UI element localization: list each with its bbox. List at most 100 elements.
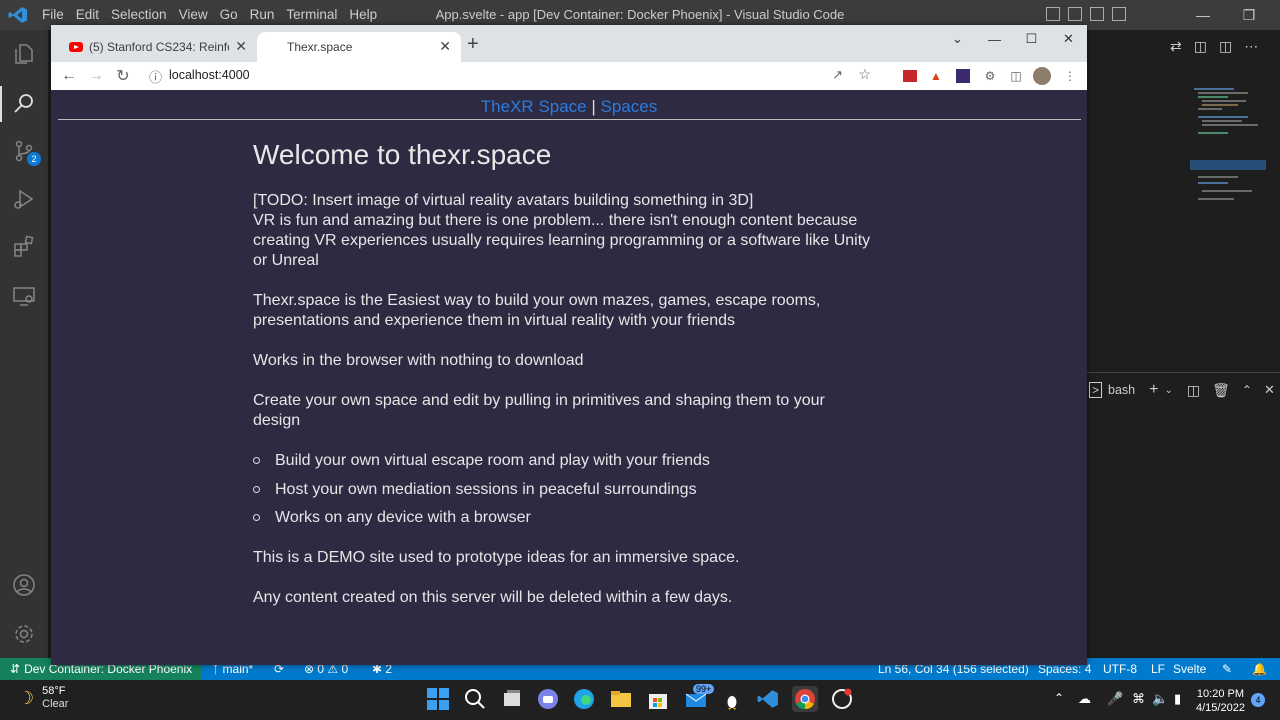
split-terminal-icon[interactable]: ◫ xyxy=(1187,382,1200,399)
run-debug-icon[interactable] xyxy=(10,185,38,213)
toggle-panel-icon[interactable] xyxy=(1068,7,1082,21)
page-content: Welcome to thexr.space [TODO: Insert ima… xyxy=(253,135,873,628)
chevron-down-icon[interactable]: ⌄ xyxy=(1164,385,1172,396)
site-nav: TheXR Space | Spaces xyxy=(51,97,1087,117)
tab-stanford[interactable]: (5) Stanford CS234: Reinforcement ✕ xyxy=(59,32,257,62)
vscode-taskbar-icon[interactable] xyxy=(755,686,781,712)
customize-layout-icon[interactable] xyxy=(1112,7,1126,21)
tab-thexr[interactable]: Thexr.space ✕ xyxy=(257,32,461,62)
minimap[interactable] xyxy=(1190,86,1266,216)
bell-icon[interactable]: 🔔 xyxy=(1252,658,1267,680)
chrome-minimize-icon[interactable]: — xyxy=(976,25,1013,53)
obs-record-icon[interactable] xyxy=(829,686,855,712)
chrome-maximize-icon[interactable]: ☐ xyxy=(1013,25,1050,53)
list-item: Host your own mediation sessions in peac… xyxy=(253,480,873,500)
editor-toolbar: ⇄ ◫ ◫ ⋯ xyxy=(1170,38,1258,55)
chrome-taskbar-icon[interactable] xyxy=(792,686,818,712)
web-page: TheXR Space | Spaces Welcome to thexr.sp… xyxy=(51,90,1087,665)
wifi-icon[interactable]: ⌘ xyxy=(1132,691,1145,707)
extensions-icon[interactable] xyxy=(10,232,38,260)
bookmark-star-icon[interactable]: ☆ xyxy=(858,66,871,83)
extension-lock-icon[interactable]: ▲ xyxy=(927,67,945,85)
side-panel-icon[interactable]: ◫ xyxy=(1007,67,1025,85)
linux-penguin-icon[interactable] xyxy=(719,686,745,712)
nav-separator: | xyxy=(591,97,596,116)
terminal-body[interactable] xyxy=(1087,406,1280,658)
time: 10:20 PM xyxy=(1196,688,1244,700)
more-actions-icon[interactable]: ⋯ xyxy=(1244,38,1258,55)
new-terminal-icon[interactable]: + xyxy=(1149,381,1158,399)
close-icon[interactable]: ✕ xyxy=(1272,0,1280,30)
close-panel-icon[interactable]: ✕ xyxy=(1264,382,1275,398)
close-tab-icon[interactable]: ✕ xyxy=(439,38,451,55)
compare-icon[interactable]: ⇄ xyxy=(1170,38,1182,55)
info-icon[interactable]: ⓘ xyxy=(149,67,162,86)
mail-icon[interactable]: 99+ xyxy=(683,684,715,712)
account-icon[interactable] xyxy=(10,571,38,599)
restore-icon[interactable]: ❐ xyxy=(1226,0,1272,30)
forward-icon[interactable]: → xyxy=(86,66,106,86)
trash-icon[interactable]: 🗑 xyxy=(1212,382,1230,399)
battery-icon[interactable]: ▮ xyxy=(1174,691,1181,707)
edge-browser-icon[interactable] xyxy=(571,686,597,712)
deletion-notice: Any content created on this server will … xyxy=(253,589,733,606)
chrome-window-controls: ⌄ — ☐ ✕ xyxy=(939,25,1087,53)
chrome-close-icon[interactable]: ✕ xyxy=(1050,25,1087,53)
tab-strip: (5) Stanford CS234: Reinforcement ✕ Thex… xyxy=(51,25,1087,62)
microphone-icon[interactable]: 🎤 xyxy=(1107,691,1123,707)
terminal-icon: > xyxy=(1089,382,1103,398)
language-mode[interactable]: Svelte xyxy=(1173,658,1206,680)
terminal-shell-label[interactable]: bash xyxy=(1108,383,1135,397)
remote-icon: ⇵ xyxy=(10,662,21,676)
extension-xr-icon[interactable] xyxy=(954,67,972,85)
feedback-icon[interactable]: ✎ xyxy=(1222,658,1232,680)
close-tab-icon[interactable]: ✕ xyxy=(235,38,247,55)
extensions-puzzle-icon[interactable]: ⚙ xyxy=(981,67,999,85)
scm-badge: 2 xyxy=(27,152,41,166)
feature-list: Build your own virtual escape room and p… xyxy=(253,451,873,528)
chrome-menu-icon[interactable]: ⋮ xyxy=(1061,67,1079,85)
chrome-toolbar: ← → ↻ ⓘ localhost:4000 ↗ ☆ ▲ ⚙ ◫ ⋮ xyxy=(51,62,1087,91)
vscode-logo-icon xyxy=(8,6,28,24)
end-of-line[interactable]: LF xyxy=(1151,658,1165,680)
search-taskbar-icon[interactable] xyxy=(462,686,488,712)
chevron-up-icon[interactable]: ⌃ xyxy=(1054,691,1064,705)
encoding[interactable]: UTF-8 xyxy=(1103,658,1137,680)
cloud-icon[interactable]: ☁ xyxy=(1078,691,1091,707)
create-space-paragraph: Create your own space and edit by pullin… xyxy=(253,392,825,429)
weather-widget[interactable]: ☽ 58°F Clear xyxy=(18,685,68,711)
reload-icon[interactable]: ↻ xyxy=(113,66,133,86)
back-icon[interactable]: ← xyxy=(59,66,79,86)
intro-paragraph: VR is fun and amazing but there is one p… xyxy=(253,212,871,269)
open-preview-icon[interactable]: ◫ xyxy=(1194,38,1207,55)
volume-icon[interactable]: 🔈 xyxy=(1152,691,1168,707)
new-tab-icon[interactable]: + xyxy=(467,33,479,56)
toggle-sidebar-icon[interactable] xyxy=(1046,7,1060,21)
maximize-panel-icon[interactable]: ⌃ xyxy=(1242,383,1252,397)
activity-bar: 2 xyxy=(0,30,48,658)
extension-red-icon[interactable] xyxy=(901,67,919,85)
manage-gear-icon[interactable] xyxy=(10,620,38,648)
toggle-secondary-sidebar-icon[interactable] xyxy=(1090,7,1104,21)
share-icon[interactable]: ↗ xyxy=(832,67,843,83)
clock[interactable]: 10:20 PM 4/15/2022 xyxy=(1196,687,1245,715)
profile-avatar[interactable] xyxy=(1033,67,1051,85)
store-icon[interactable] xyxy=(645,686,671,712)
notification-badge[interactable]: 4 xyxy=(1251,693,1265,707)
explorer-icon[interactable] xyxy=(10,40,38,68)
search-icon[interactable] xyxy=(10,90,38,118)
file-explorer-icon[interactable] xyxy=(608,686,634,712)
task-view-icon[interactable] xyxy=(499,686,525,712)
split-editor-icon[interactable]: ◫ xyxy=(1219,38,1232,55)
remote-explorer-icon[interactable] xyxy=(10,282,38,310)
minimize-icon[interactable]: — xyxy=(1180,0,1226,30)
window-title: App.svelte - app [Dev Container: Docker … xyxy=(435,7,845,22)
nav-link-thexr-space[interactable]: TheXR Space xyxy=(481,97,587,116)
nav-link-spaces[interactable]: Spaces xyxy=(601,97,658,116)
teams-chat-icon[interactable] xyxy=(535,686,561,712)
start-button[interactable] xyxy=(425,686,451,712)
list-item: Build your own virtual escape room and p… xyxy=(253,451,873,471)
address-bar[interactable]: ⓘ localhost:4000 ↗ ☆ xyxy=(143,64,887,88)
moon-icon: ☽ xyxy=(18,687,35,708)
tab-search-icon[interactable]: ⌄ xyxy=(939,25,976,53)
